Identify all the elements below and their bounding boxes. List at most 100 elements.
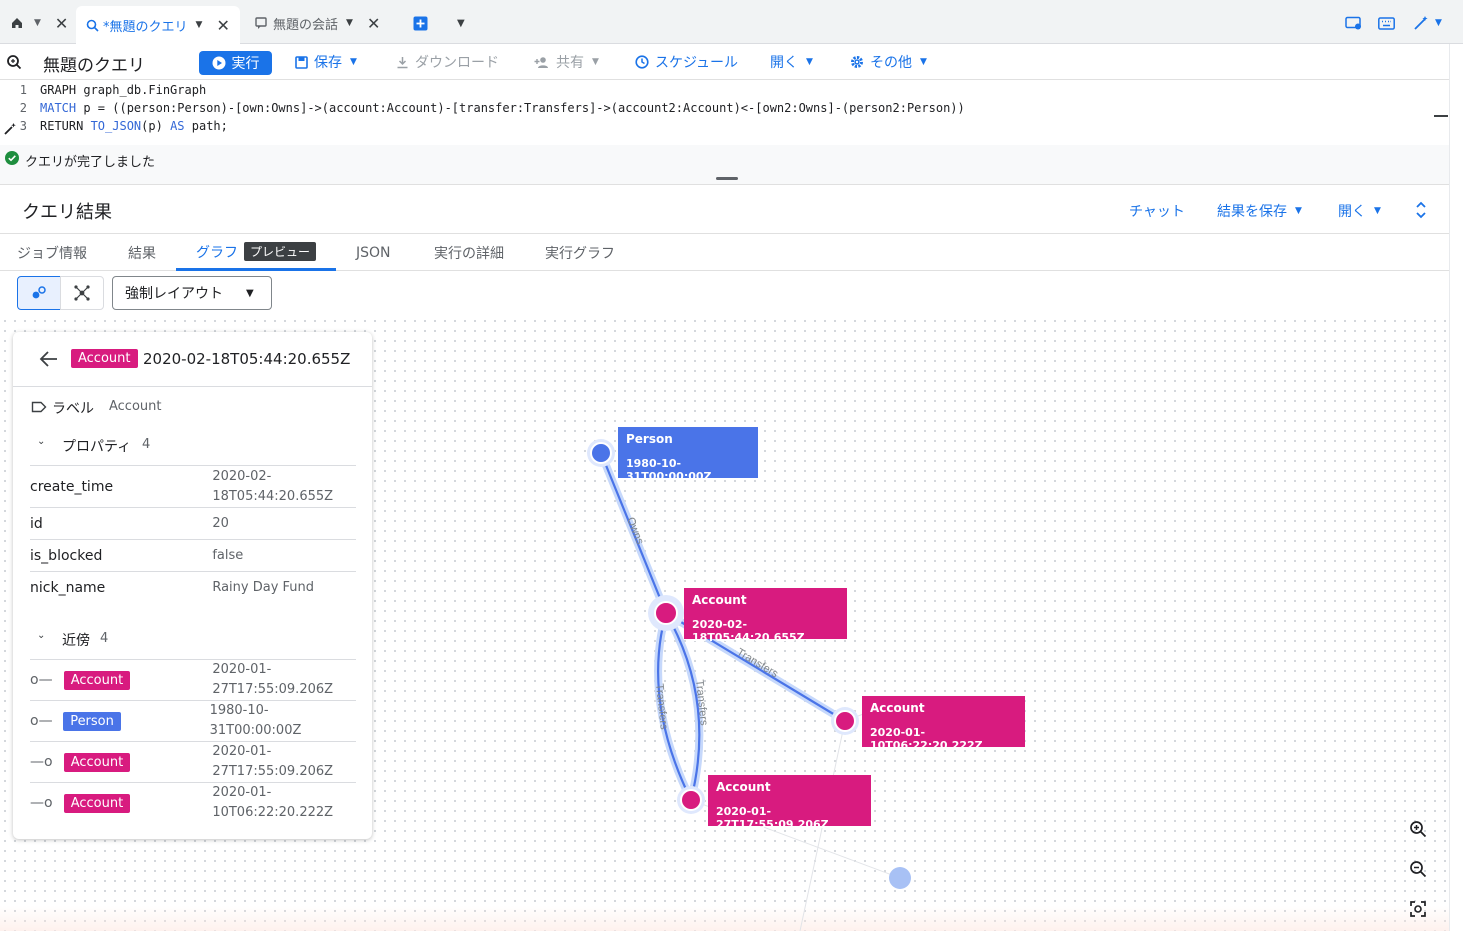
assist-button[interactable]: ▼ (1413, 8, 1442, 38)
tab-execution-graph[interactable]: 実行グラフ (545, 235, 615, 271)
close-icon[interactable]: ✕ (216, 16, 229, 35)
download-label: ダウンロード (415, 55, 499, 71)
assist-pen-icon[interactable] (3, 122, 17, 136)
chat-icon (255, 16, 269, 30)
expand-icon[interactable] (1414, 201, 1428, 219)
node-view-toggle[interactable] (17, 276, 61, 310)
close-icon[interactable]: ✕ (55, 14, 68, 33)
result-tabs: ジョブ情報 結果 グラフ プレビュー JSON 実行の詳細 実行グラフ (0, 235, 1449, 271)
chevron-down-icon[interactable]: ▼ (346, 18, 353, 28)
incoming-edge-icon: —o (30, 795, 53, 811)
resize-handle[interactable] (716, 177, 738, 180)
chevron-down-icon[interactable]: ▼ (34, 18, 41, 28)
node-account-selected[interactable] (654, 601, 678, 625)
run-button[interactable]: 実行 (199, 51, 272, 75)
screen-button[interactable] (1345, 8, 1362, 38)
node-label-person[interactable]: Person 1980-10-31T00:00:00Z (618, 427, 758, 483)
chevron-down-icon: ▼ (1374, 206, 1381, 216)
code-function: TO_JSON (90, 119, 142, 133)
query-icon (86, 19, 99, 32)
neighbor-value: 2020-01-27T17:55:09.206Z (212, 744, 334, 779)
chat-button[interactable]: チャット (1129, 201, 1185, 221)
tab-query[interactable]: *無題のクエリ ▼ ✕ (76, 6, 240, 44)
results-open-label: 開く (1338, 204, 1366, 220)
tab-execution-details[interactable]: 実行の詳細 (434, 235, 504, 271)
node-label-account[interactable]: Account 2020-01-10T06:22:20.222Z (862, 696, 1025, 752)
chevron-down-icon[interactable]: ⌄ (37, 436, 45, 447)
open-button[interactable]: 開く ▼ (770, 44, 813, 80)
line-number: 2 (19, 101, 27, 115)
label-value: Account (109, 399, 162, 414)
neighbor-row[interactable]: o— Account 2020-01-27T17:55:09.206Z (30, 659, 356, 700)
chevron-down-icon: ▼ (592, 57, 599, 67)
node-label-account[interactable]: Account 2020-02-18T05:44:20.655Z (684, 588, 847, 644)
back-arrow-icon[interactable] (39, 350, 59, 368)
property-row: nick_name Rainy Day Fund (30, 571, 356, 603)
chevron-down-icon[interactable]: ⌄ (37, 630, 45, 641)
schedule-button[interactable]: スケジュール (635, 44, 738, 80)
fit-view-button[interactable] (1405, 896, 1431, 922)
layout-select[interactable]: 強制レイアウト ▼ (112, 276, 272, 310)
more-button[interactable]: その他 ▼ (850, 44, 927, 80)
node-label-value: 2020-02-18T05:44:20.655Z (692, 618, 805, 644)
node-faded[interactable] (889, 867, 911, 889)
property-key: nick_name (30, 579, 106, 596)
download-icon (396, 56, 409, 69)
tab-job-info[interactable]: ジョブ情報 (17, 235, 87, 271)
panel-title: 2020-02-18T05:44:20.655Z (143, 350, 351, 368)
node-account[interactable] (680, 789, 702, 811)
outgoing-edge-icon: o— (30, 713, 53, 729)
chevron-down-icon[interactable]: ▼ (196, 20, 203, 30)
tab-graph[interactable]: グラフ プレビュー (176, 235, 337, 271)
page-scrollbar[interactable] (1449, 44, 1463, 931)
property-value: Rainy Day Fund (212, 579, 315, 595)
property-row: is_blocked false (30, 539, 356, 571)
properties-heading[interactable]: プロパティ (62, 436, 131, 456)
download-button[interactable]: ダウンロード (396, 44, 499, 80)
tab-json[interactable]: JSON (356, 235, 391, 271)
results-title: クエリ結果 (22, 202, 112, 223)
outgoing-edge-icon: o— (30, 672, 53, 688)
chevron-down-icon: ▼ (457, 17, 465, 29)
home-tab[interactable]: ▼ ✕ (10, 8, 68, 38)
neighbor-row[interactable]: o— Person 1980-10-31T00:00:00Z (30, 700, 356, 741)
neighbor-row[interactable]: —o Account 2020-01-10T06:22:20.222Z (30, 782, 356, 823)
zoom-out-button[interactable] (1405, 856, 1431, 882)
results-open-button[interactable]: 開く ▼ (1338, 201, 1381, 221)
keyboard-button[interactable] (1378, 8, 1395, 38)
preview-badge: プレビュー (244, 242, 317, 261)
close-icon[interactable]: ✕ (367, 14, 380, 33)
save-results-button[interactable]: 結果を保存 ▼ (1217, 201, 1302, 221)
save-button[interactable]: 保存 ▼ (295, 44, 357, 80)
node-label-type: Account (692, 593, 747, 607)
node-account[interactable] (834, 710, 856, 732)
property-key: is_blocked (30, 547, 103, 564)
neighbor-row[interactable]: —o Account 2020-01-27T17:55:09.206Z (30, 741, 356, 782)
property-value: false (212, 547, 244, 563)
save-label: 保存 (314, 55, 342, 71)
share-button[interactable]: 共有 ▼ (534, 44, 599, 80)
editor-scroll-marker (1434, 115, 1448, 117)
tab-results[interactable]: 結果 (128, 235, 156, 271)
property-value: 20 (212, 515, 229, 531)
node-person[interactable] (590, 442, 612, 464)
new-tab-button[interactable] (413, 8, 428, 38)
tab-menu-button[interactable]: ▼ (455, 8, 465, 38)
divider (13, 386, 372, 387)
node-label-value: 2020-01-10T06:22:20.222Z (870, 726, 983, 752)
query-editor[interactable]: 1 GRAPH graph_db.FinGraph 2 MATCH p = ((… (0, 81, 1449, 145)
code-text: p = ((person:Person)-[own:Owns]->(accoun… (76, 101, 965, 115)
neighbors-heading[interactable]: 近傍 (62, 630, 90, 650)
chevron-down-icon: ▼ (350, 57, 357, 67)
tab-conversation[interactable]: 無題の会話 ▼ ✕ (255, 8, 380, 38)
neighbor-value: 2020-01-10T06:22:20.222Z (212, 785, 334, 820)
zoom-in-button[interactable] (1405, 816, 1431, 842)
fit-view-icon (1409, 900, 1427, 918)
network-view-toggle[interactable] (60, 276, 104, 310)
code-text: (p) (141, 119, 171, 133)
layout-select-value: 強制レイアウト (125, 286, 223, 302)
save-icon (295, 55, 308, 69)
bubbles-icon (31, 285, 47, 301)
chevron-down-icon: ▼ (920, 57, 927, 67)
node-label-account[interactable]: Account 2020-01-27T17:55:09.206Z (708, 775, 871, 831)
